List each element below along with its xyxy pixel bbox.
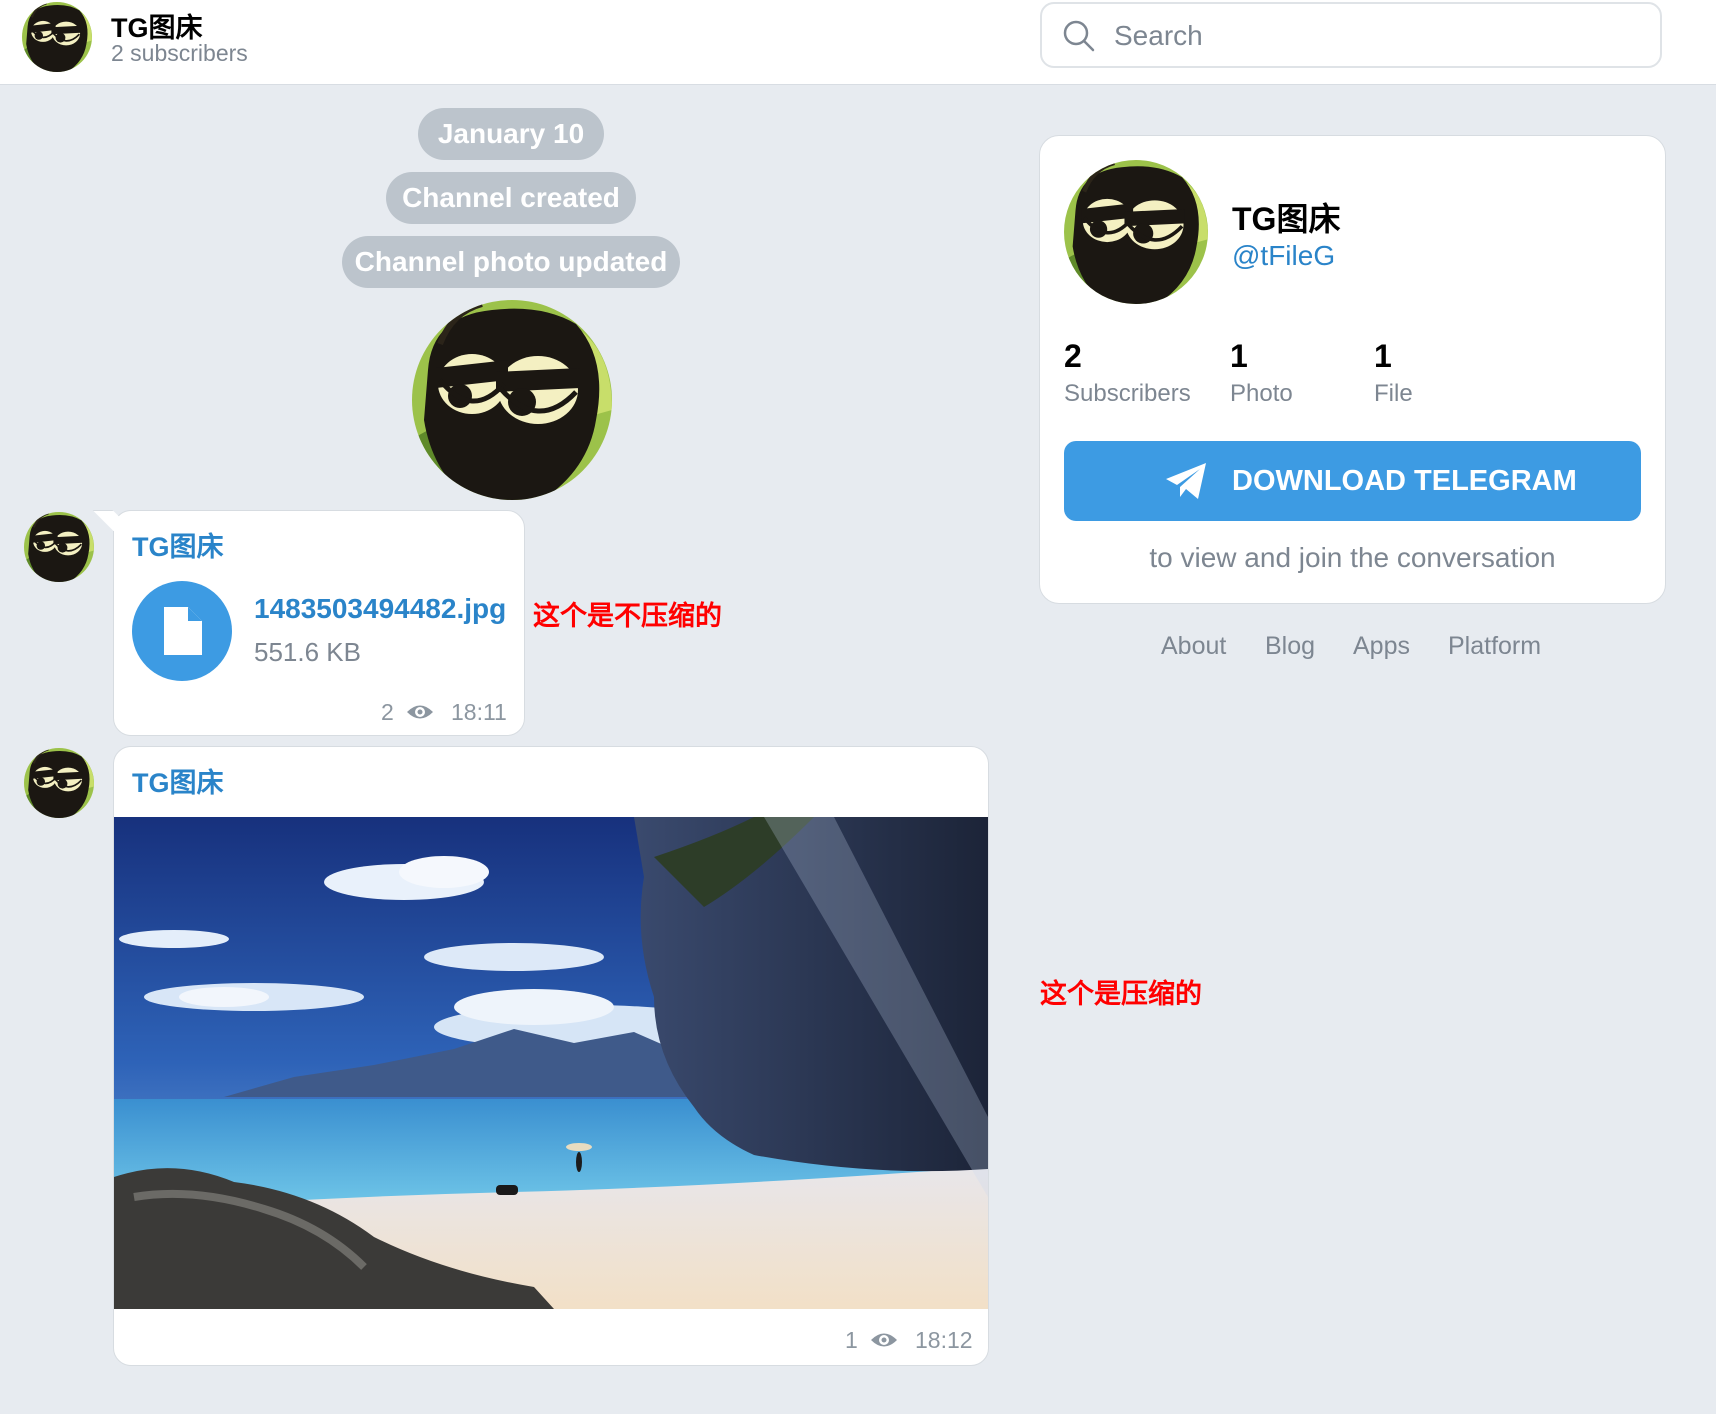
updated-channel-photo[interactable]	[412, 300, 612, 500]
beach-photo	[114, 817, 988, 1309]
message-author-avatar[interactable]	[24, 748, 94, 818]
annotation-compressed: 这个是压缩的	[1040, 979, 1202, 1009]
download-telegram-button[interactable]: DOWNLOAD TELEGRAM	[1064, 441, 1641, 521]
message-author[interactable]: TG图床	[132, 761, 224, 800]
card-join-note: to view and join the conversation	[1149, 542, 1556, 573]
stat-photo-label: Photo	[1230, 380, 1293, 407]
stat-file-value: 1	[1374, 338, 1392, 374]
stat-file-label: File	[1374, 380, 1413, 407]
message-time[interactable]: 18:12	[915, 1327, 973, 1354]
bubble-tail	[92, 510, 134, 531]
channel-info-card: TG图床 @tFileG 2 Subscribers 1 Photo 1 Fil…	[1039, 135, 1666, 604]
message-bubble-photo: TG图床 1 18:12	[113, 746, 989, 1366]
message-author-avatar-image	[24, 512, 94, 582]
search-icon	[1063, 20, 1095, 52]
message-author-avatar-image	[24, 748, 94, 818]
eye-icon	[871, 1333, 897, 1347]
channel-avatar[interactable]	[22, 2, 92, 72]
stat-photo-value: 1	[1230, 338, 1248, 374]
document-size: 551.6 KB	[254, 637, 361, 667]
card-channel-handle[interactable]: @tFileG	[1232, 240, 1335, 272]
search-input[interactable]	[1112, 4, 1636, 68]
message-view-count: 2	[381, 699, 394, 725]
message-view-count: 1	[845, 1327, 858, 1353]
updated-channel-photo-image	[412, 300, 612, 500]
date-separator: January 10	[418, 108, 604, 160]
message-photo[interactable]	[114, 817, 988, 1309]
card-channel-avatar-image	[1064, 160, 1208, 304]
message-author[interactable]: TG图床	[132, 525, 224, 564]
eye-icon	[407, 705, 433, 719]
footer-link-platform[interactable]: Platform	[1448, 632, 1541, 661]
file-icon	[164, 607, 202, 655]
stat-subscribers-label: Subscribers	[1064, 380, 1191, 407]
card-channel-title: TG图床	[1232, 201, 1341, 237]
message-author-avatar[interactable]	[24, 512, 94, 582]
message-bubble-document: TG图床 1483503494482.jpg 551.6 KB 2 18:11	[92, 510, 525, 736]
header-subscriber-count: 2 subscribers	[111, 40, 248, 66]
document-download-button[interactable]	[132, 581, 232, 681]
footer-link-apps[interactable]: Apps	[1353, 632, 1410, 661]
message-time[interactable]: 18:11	[451, 699, 507, 726]
search-box[interactable]	[1040, 2, 1662, 68]
annotation-uncompressed: 这个是不压缩的	[533, 601, 722, 631]
footer-link-about[interactable]: About	[1161, 632, 1226, 661]
document-name-link[interactable]: 1483503494482.jpg	[254, 593, 506, 625]
card-channel-avatar	[1064, 160, 1208, 304]
footer-link-blog[interactable]: Blog	[1265, 632, 1315, 661]
channel-avatar-image	[22, 2, 92, 72]
service-message-photo-updated: Channel photo updated	[342, 236, 680, 288]
top-header: TG图床 2 subscribers	[0, 0, 1716, 85]
service-message-channel-created: Channel created	[386, 172, 636, 224]
stat-subscribers-value: 2	[1064, 338, 1082, 374]
telegram-plane-icon	[1166, 463, 1206, 499]
download-telegram-label: DOWNLOAD TELEGRAM	[1232, 465, 1577, 497]
